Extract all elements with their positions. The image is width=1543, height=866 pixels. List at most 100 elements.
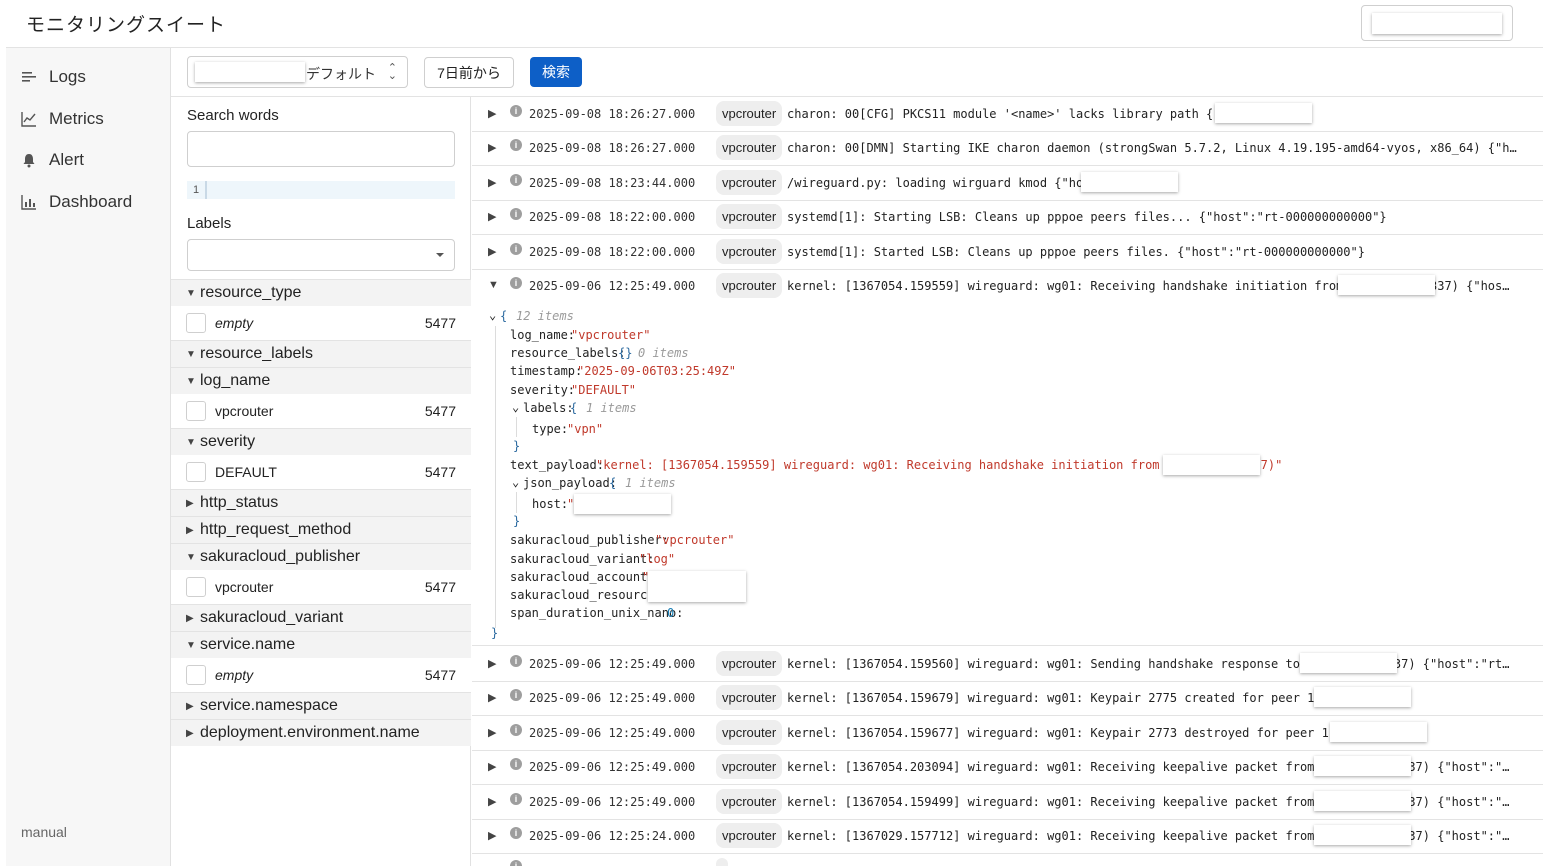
log-row[interactable]: ▶ i 2025-09-08 18:22:00.000 vpcrouter sy… (472, 235, 1543, 270)
redacted-ip (1300, 653, 1397, 673)
json-close-brace: } (513, 514, 521, 528)
log-row[interactable]: ▶ i 2025-09-06 12:25:49.000 vpcrouter ke… (472, 785, 1543, 820)
sidebar-item-label: Logs (49, 67, 86, 86)
log-timestamp: 2025-09-06 12:25:49.000 (529, 795, 696, 809)
log-row[interactable]: ▶ i 2025-09-08 18:26:27.000 vpcrouter ch… (472, 131, 1543, 166)
log-row[interactable]: ▶ i 2025-09-06 12:25:49.000 vpcrouter ke… (472, 750, 1543, 785)
json-key: timestamp: (510, 364, 583, 378)
facet-group-service-name[interactable]: ▼ service.name (171, 631, 471, 658)
facet-name: resource_type (200, 284, 302, 301)
labels-label: Labels (187, 215, 232, 232)
log-row[interactable]: ▶ i 2025-09-08 18:26:27.000 vpcrouter ch… (472, 97, 1543, 132)
expand-triangle-icon[interactable]: ▶ (488, 760, 496, 773)
log-source-tag: vpcrouter (716, 720, 783, 745)
sidebar-item-dashboard[interactable]: Dashboard (6, 187, 170, 217)
log-source-tag: vpcrouter (716, 651, 783, 676)
expand-triangle-icon[interactable]: ▶ (488, 141, 496, 154)
search-button[interactable]: 検索 (530, 57, 582, 87)
redacted-ip (1314, 791, 1411, 811)
manual-link[interactable]: manual (21, 824, 67, 840)
facet-checkbox[interactable] (186, 313, 206, 333)
json-open-brace: { (570, 401, 578, 415)
redacted-ip (1163, 455, 1260, 475)
sidebar-item-logs[interactable]: Logs (6, 62, 170, 92)
collapse-caret-icon[interactable]: ⌄ (512, 475, 519, 489)
log-source-tag: vpcrouter (716, 239, 783, 264)
facet-checkbox[interactable] (186, 665, 206, 685)
log-row[interactable]: ▶ i 2025-09-08 18:22:00.000 vpcrouter sy… (472, 200, 1543, 235)
expand-triangle-icon[interactable]: ▶ (488, 691, 496, 704)
redacted-host (574, 494, 671, 514)
log-timestamp: 2025-09-06 12:25:49.000 (529, 726, 696, 740)
json-key: sakuracloud_publisher: (510, 533, 669, 547)
expand-triangle-icon[interactable]: ▶ (488, 210, 496, 223)
facet-group-http-status[interactable]: ▶ http_status (171, 489, 471, 516)
log-timestamp: 2025-09-06 12:25:49.000 (529, 279, 696, 293)
facet-group-sakuracloud-publisher[interactable]: ▼ sakuracloud_publisher (171, 543, 471, 570)
facet-group-resource-labels[interactable]: ▼ resource_labels (171, 340, 471, 367)
log-row[interactable]: ▶ i 2025-09-06 12:25:49.000 vpcrouter ke… (472, 716, 1543, 751)
sidebar-item-metrics[interactable]: Metrics (6, 104, 170, 134)
updown-caret-icon: ⌃ ⌄ (387, 62, 397, 82)
log-row[interactable]: ▶ i 2025-09-06 12:25:49.000 vpcrouter ke… (472, 681, 1543, 716)
query-editor[interactable]: 1 (187, 181, 455, 199)
info-icon: i (510, 724, 522, 736)
expand-triangle-icon[interactable]: ▶ (488, 245, 496, 258)
expand-triangle-icon[interactable]: ▶ (488, 795, 496, 808)
facet-checkbox[interactable] (186, 462, 206, 482)
log-message: charon: 00[DMN] Starting IKE charon daem… (787, 141, 1523, 155)
facet-group-resource-type[interactable]: ▼ resource_type (171, 279, 471, 306)
expand-triangle-icon[interactable]: ▶ (488, 726, 496, 739)
log-timestamp: 2025-09-06 12:25:24.000 (529, 829, 696, 843)
log-source-tag-partial (716, 858, 728, 866)
sidebar-item-alert[interactable]: Alert (6, 145, 170, 175)
expand-triangle-icon[interactable]: ▶ (488, 829, 496, 842)
facet-value: empty (215, 315, 254, 331)
info-icon: i (510, 793, 522, 805)
expand-triangle-icon[interactable]: ▶ (488, 107, 496, 120)
facet-group-deployment-environment-name[interactable]: ▶ deployment.environment.name (171, 719, 471, 746)
info-icon: i (510, 655, 522, 667)
json-key: resource_labels: (510, 346, 626, 360)
expand-triangle-icon: ▶ (186, 497, 194, 509)
json-item-count: 1 items (586, 401, 637, 415)
facet-group-log-name[interactable]: ▼ log_name (171, 367, 471, 394)
collapse-triangle-icon[interactable]: ▼ (488, 279, 499, 291)
facet-group-http-request-method[interactable]: ▶ http_request_method (171, 516, 471, 543)
account-selector[interactable] (1361, 5, 1513, 41)
log-source-select[interactable]: デフォルト ⌃ ⌄ (187, 56, 408, 88)
facet-group-severity[interactable]: ▼ severity (171, 428, 471, 455)
expand-triangle-icon[interactable]: ▶ (488, 176, 496, 189)
facet-checkbox[interactable] (186, 401, 206, 421)
expand-triangle-icon: ▶ (186, 700, 194, 712)
json-item-count: 12 items (516, 309, 574, 323)
redacted-host (1081, 172, 1178, 192)
labels-select[interactable] (187, 239, 455, 271)
log-row[interactable]: ▶ i 2025-09-08 18:23:44.000 vpcrouter /w… (472, 166, 1543, 201)
log-source-tag: vpcrouter (716, 204, 783, 229)
log-source-tag: vpcrouter (716, 273, 783, 298)
log-row-partial[interactable]: i (472, 854, 1543, 866)
search-words-input[interactable] (187, 131, 455, 167)
collapse-triangle-icon: ▼ (186, 639, 196, 651)
expand-triangle-icon: ▶ (186, 524, 194, 536)
expand-triangle-icon[interactable]: ▶ (488, 657, 496, 670)
collapse-caret-icon[interactable]: ⌄ (512, 400, 519, 414)
log-row-expanded[interactable]: ▼ i 2025-09-06 12:25:49.000 vpcrouter ke… (472, 269, 1543, 304)
collapse-caret-icon[interactable]: ⌄ (489, 308, 496, 322)
facet-group-service-namespace[interactable]: ▶ service.namespace (171, 692, 471, 719)
facet-value-row: empty 5477 (171, 306, 471, 340)
log-row[interactable]: ▶ i 2025-09-06 12:25:49.000 vpcrouter ke… (472, 647, 1543, 682)
json-string: "vpcrouter" (571, 328, 651, 342)
time-range-button[interactable]: 7日前から (424, 57, 514, 88)
facet-group-sakuracloud-variant[interactable]: ▶ sakuracloud_variant (171, 604, 471, 631)
logs-icon (22, 72, 36, 82)
json-key: text_payload: (510, 458, 604, 472)
json-key: labels: (523, 401, 574, 415)
facet-name: sakuracloud_variant (200, 609, 344, 626)
collapse-triangle-icon: ▼ (186, 287, 196, 299)
info-icon: i (510, 243, 522, 255)
log-row[interactable]: ▶ i 2025-09-06 12:25:24.000 vpcrouter ke… (472, 819, 1543, 854)
log-source-tag: vpcrouter (716, 101, 783, 126)
facet-checkbox[interactable] (186, 577, 206, 597)
